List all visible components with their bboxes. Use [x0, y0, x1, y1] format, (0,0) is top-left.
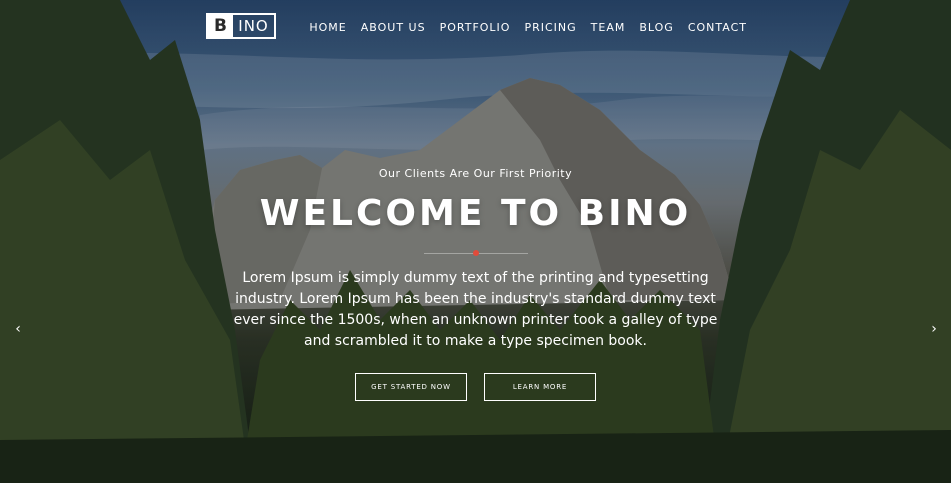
chevron-right-icon[interactable]: › — [926, 321, 942, 337]
divider-accent-dot — [473, 250, 479, 256]
nav-item-contact[interactable]: CONTACT — [688, 21, 747, 34]
hero-description: Lorem Ipsum is simply dummy text of the … — [233, 270, 718, 349]
main-navigation: HOME ABOUT US PORTFOLIO PRICING TEAM BLO… — [309, 21, 747, 34]
hero-kicker: Our Clients Are Our First Priority — [378, 167, 573, 180]
hero-background-image — [0, 0, 951, 483]
nav-item-team[interactable]: TEAM — [591, 21, 626, 34]
hero-slider: B INO HOME ABOUT US PORTFOLIO PRICING TE… — [0, 0, 951, 483]
hero-overlay — [0, 0, 951, 483]
nav-item-portfolio[interactable]: PORTFOLIO — [440, 21, 511, 34]
logo-mark: B — [208, 15, 233, 37]
learn-more-button[interactable]: LEARN MORE — [484, 373, 596, 401]
hero-title: WELCOME TO BINO — [259, 193, 692, 234]
get-started-button[interactable]: GET STARTED NOW — [355, 373, 467, 401]
nav-item-about-us[interactable]: ABOUT US — [361, 21, 426, 34]
logo-text: INO — [238, 17, 269, 35]
nav-item-blog[interactable]: BLOG — [639, 21, 673, 34]
brand-logo[interactable]: B INO — [206, 13, 276, 39]
nav-item-home[interactable]: HOME — [309, 21, 346, 34]
nav-item-pricing[interactable]: PRICING — [524, 21, 576, 34]
chevron-left-icon[interactable]: ‹ — [10, 321, 26, 337]
